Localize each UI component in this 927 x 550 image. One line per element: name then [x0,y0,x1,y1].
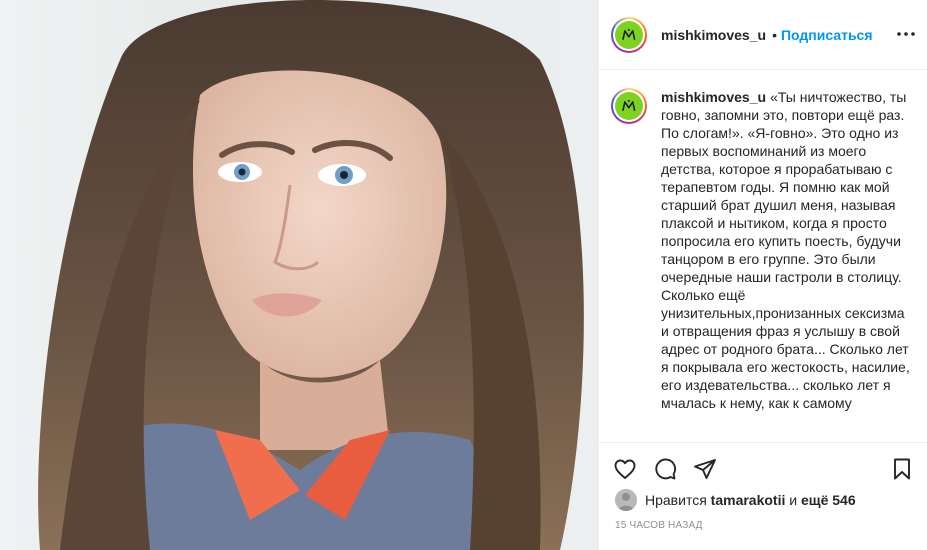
likes-middle: и [789,492,798,508]
username-link[interactable]: mishkimoves_u [661,27,766,43]
post-photo[interactable] [0,0,598,550]
action-icons [611,455,916,483]
post-actions: Нравится tamarakotii и ещё 546 15 часов … [599,442,927,550]
post-header: mishkimoves_u • Подписаться [599,0,927,70]
caption-text: mishkimoves_u «Ты ничтожество, ты говно, … [661,88,911,442]
likes-count[interactable]: ещё 546 [801,492,856,508]
profile-logo-icon [622,100,636,112]
liker-username[interactable]: tamarakotii [711,492,786,508]
likes-prefix: Нравится [645,492,707,508]
bookmark-icon[interactable] [888,455,916,483]
more-horizontal-icon[interactable] [896,24,916,44]
caption-body: «Ты ничтожество, ты говно, запомни это, … [661,89,910,411]
avatar[interactable] [611,16,647,53]
likes-summary: Нравится tamarakotii и ещё 546 [615,489,856,511]
portrait-image [38,0,584,550]
liker-avatar[interactable] [615,489,637,511]
comment-icon[interactable] [651,455,679,483]
caption-avatar[interactable] [611,88,647,124]
heart-icon[interactable] [611,455,639,483]
post-side-panel: mishkimoves_u • Подписаться mishkimoves_… [598,0,927,550]
profile-logo-icon [622,28,636,40]
follow-button[interactable]: Подписаться [781,27,873,43]
paper-plane-icon[interactable] [691,455,719,483]
instagram-post: mishkimoves_u • Подписаться mishkimoves_… [0,0,927,550]
separator-dot: • [772,26,777,43]
caption-username[interactable]: mishkimoves_u [661,89,766,105]
post-timestamp[interactable]: 15 часов назад [615,520,703,531]
caption-area: mishkimoves_u «Ты ничтожество, ты говно, … [599,70,927,442]
